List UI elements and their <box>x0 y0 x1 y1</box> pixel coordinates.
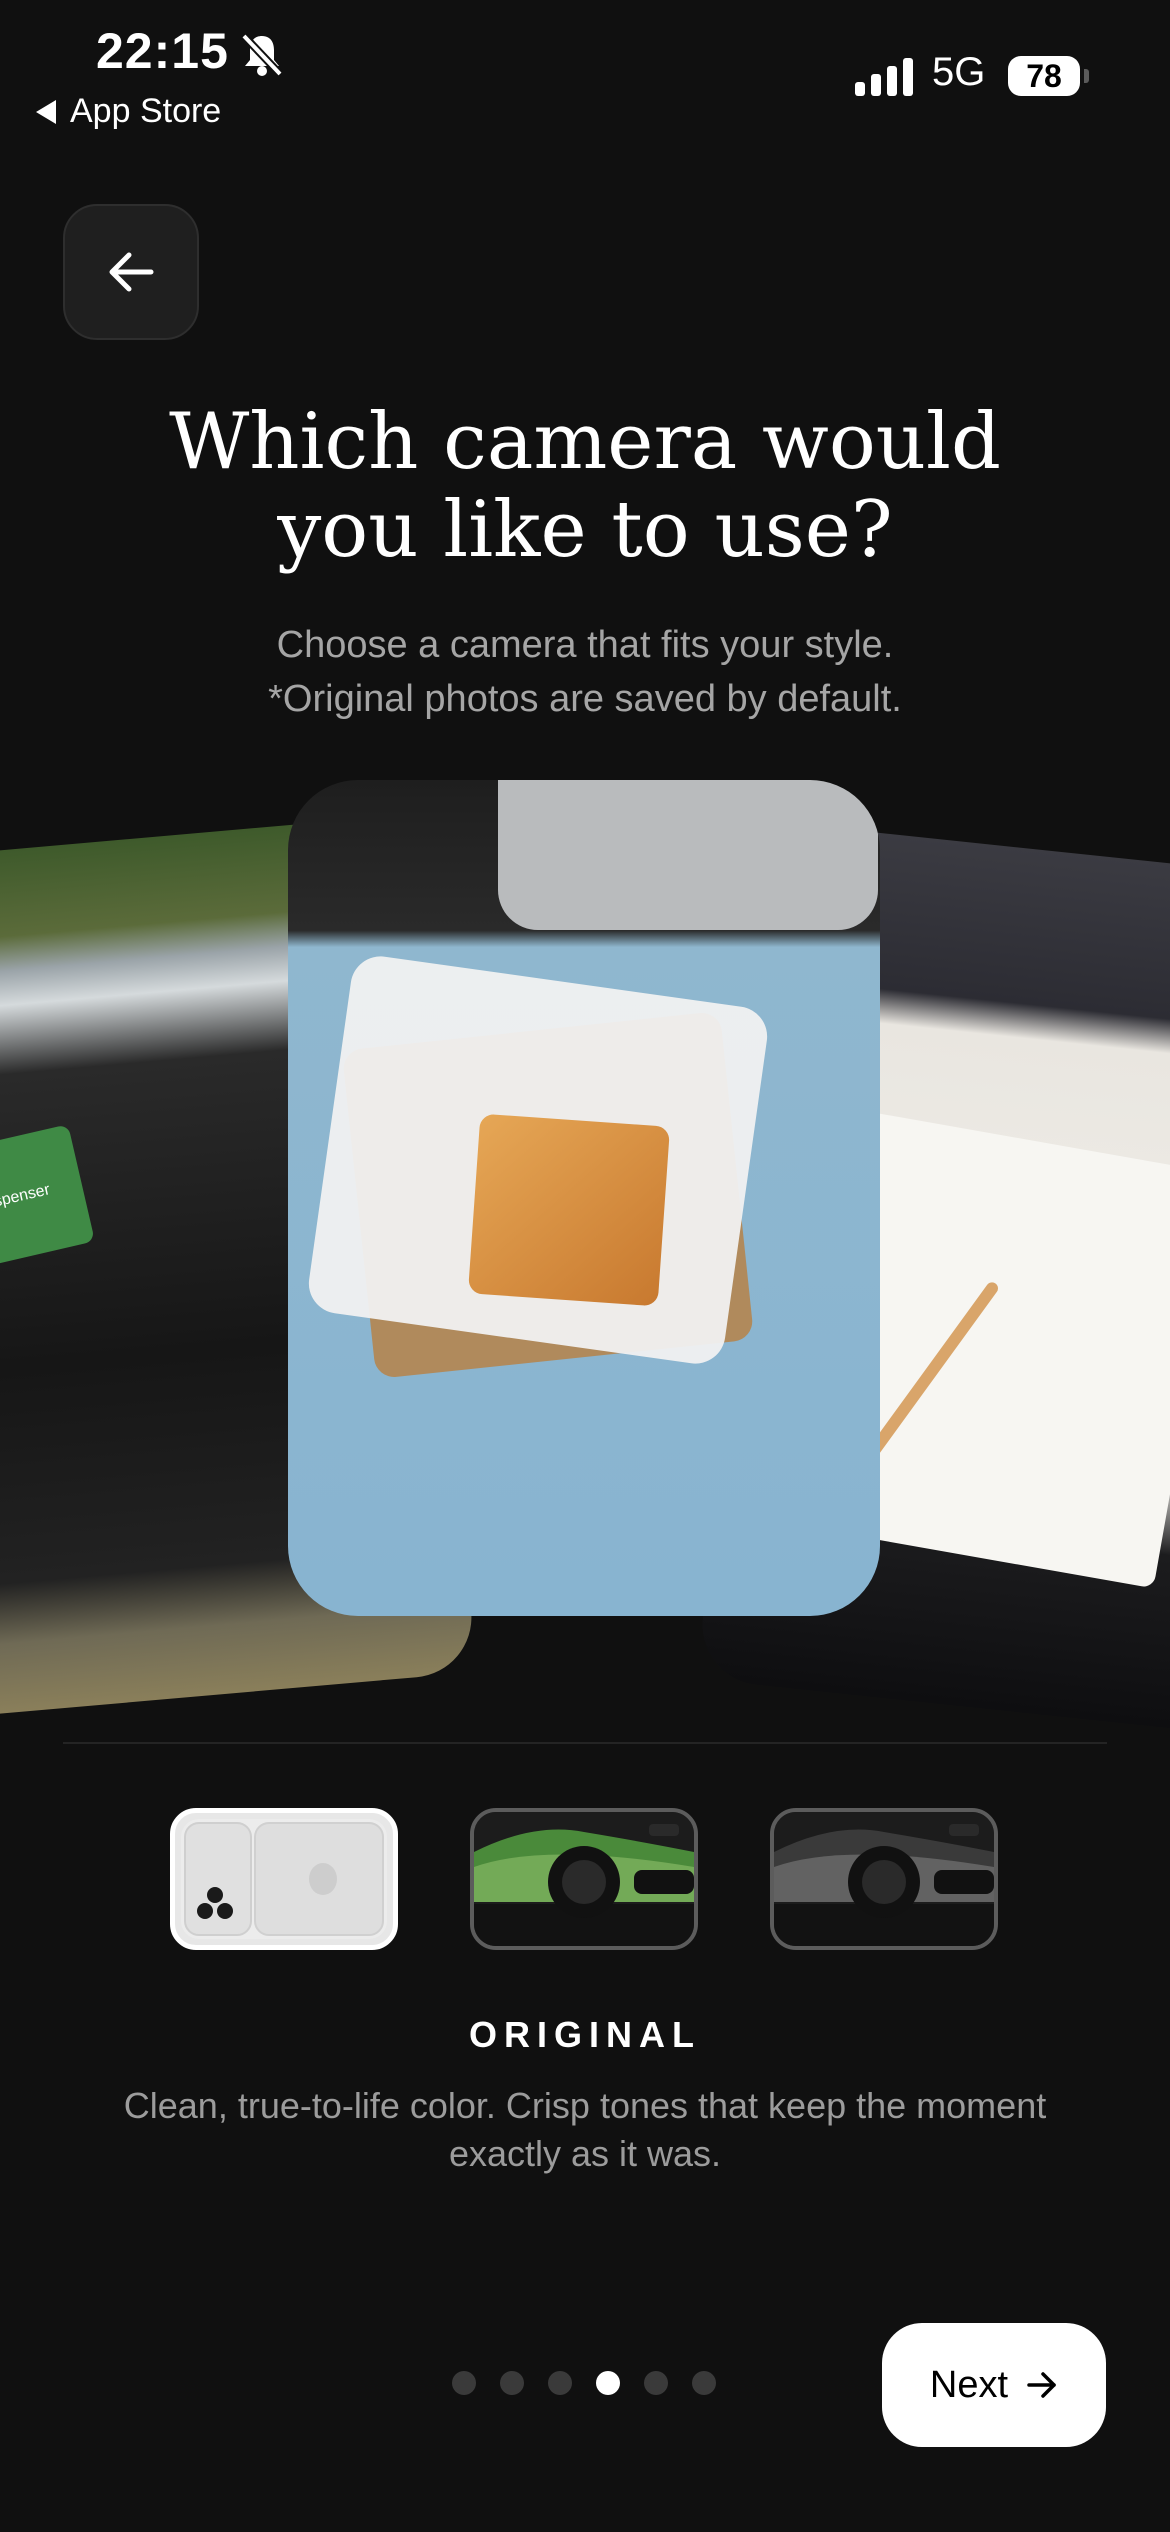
arrow-right-icon <box>1027 2372 1056 2398</box>
person-sleeve <box>498 780 878 930</box>
next-button[interactable]: Next <box>882 2323 1106 2447</box>
camera-description: Clean, true-to-life color. Crisp tones t… <box>123 2085 1047 2174</box>
back-app-label: App Store <box>70 92 222 130</box>
camera-option-green[interactable] <box>470 1808 698 1950</box>
battery-icon: 78 <box>1008 56 1080 96</box>
camera-option-grey[interactable] <box>770 1808 998 1950</box>
page-dot <box>452 2371 476 2395</box>
network-type: 5G <box>932 50 986 94</box>
sample-photo-center[interactable] <box>288 780 880 1616</box>
back-to-app-store[interactable]: App Store <box>36 92 221 131</box>
page-dot <box>644 2371 668 2395</box>
page-dot-active <box>596 2371 620 2395</box>
signal-icon <box>855 58 913 96</box>
page-dot <box>500 2371 524 2395</box>
battery-tip <box>1084 69 1089 83</box>
page-subtitle: Choose a camera that fits your style. *O… <box>268 624 902 720</box>
bag-dispenser-sign: Bag Dispenser <box>0 1124 95 1280</box>
page-indicator <box>452 2371 716 2395</box>
battery-level: 78 <box>1026 57 1062 94</box>
camera-name: ORIGINAL <box>469 2014 701 2055</box>
film-camera-grey-icon <box>774 1812 994 1946</box>
page-dot <box>692 2371 716 2395</box>
bell-slash-icon <box>241 33 283 77</box>
divider <box>63 1742 1107 1744</box>
back-button[interactable] <box>63 204 199 340</box>
next-button-label: Next <box>929 2363 1009 2406</box>
back-triangle-icon <box>36 99 56 124</box>
page-title: Which camera would you like to use? <box>169 397 1001 575</box>
bag-dispenser-label: Bag Dispenser <box>0 1181 52 1221</box>
status-time: 22:15 <box>96 23 229 79</box>
camera-option-original[interactable] <box>170 1808 398 1950</box>
toast <box>467 1113 671 1307</box>
page-dot <box>548 2371 572 2395</box>
arrow-left-icon <box>109 252 154 292</box>
phone-camera-icon <box>181 1819 387 1939</box>
film-camera-green-icon <box>474 1812 694 1946</box>
